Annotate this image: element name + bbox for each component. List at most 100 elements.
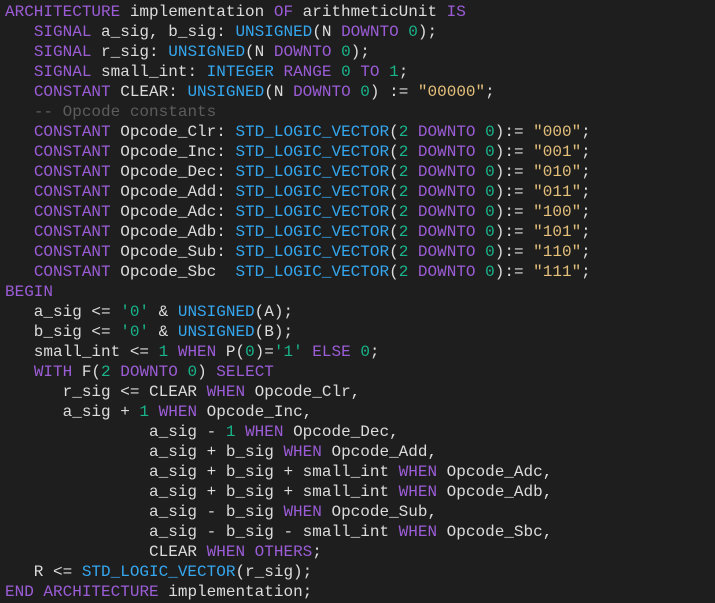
code-line[interactable]: a_sig <= '0' & UNSIGNED(A);	[5, 302, 715, 322]
code-token-plain: Opcode_Clr,	[245, 383, 361, 401]
code-token-kw: DOWNTO	[417, 203, 476, 221]
code-line[interactable]: END ARCHITECTURE implementation;	[5, 582, 715, 602]
code-line[interactable]: a_sig - b_sig WHEN Opcode_Sub,	[5, 502, 715, 522]
code-token-plain: )	[494, 223, 505, 241]
code-line[interactable]: R <= STD_LOGIC_VECTOR(r_sig);	[5, 562, 715, 582]
code-token-plain: (	[389, 263, 399, 281]
code-token-kw: WHEN	[245, 423, 284, 441]
code-token-num: '0'	[120, 323, 150, 341]
code-token-plain: ;	[398, 63, 409, 81]
code-line[interactable]: -- Opcode constants	[5, 102, 715, 122]
code-token-plain: CLEAR	[5, 543, 207, 561]
code-line[interactable]: CONSTANT Opcode_Dec: STD_LOGIC_VECTOR(2 …	[5, 162, 715, 182]
code-token-kw: CONSTANT	[33, 163, 111, 181]
code-line[interactable]: SIGNAL r_sig: UNSIGNED(N DOWNTO 0);	[5, 42, 715, 62]
code-token-plain: :=	[504, 203, 534, 221]
code-token-plain: ;	[369, 343, 380, 361]
code-line[interactable]: a_sig + 1 WHEN Opcode_Inc,	[5, 402, 715, 422]
code-token-plain: :=	[504, 143, 534, 161]
code-line[interactable]: b_sig <= '0' & UNSIGNED(B);	[5, 322, 715, 342]
code-line[interactable]: a_sig + b_sig + small_int WHEN Opcode_Ad…	[5, 482, 715, 502]
code-token-plain: a_sig +	[5, 403, 140, 421]
code-token-plain: :=	[504, 223, 534, 241]
code-token-num: 2	[398, 223, 409, 241]
code-line[interactable]: CONSTANT Opcode_Sub: STD_LOGIC_VECTOR(2 …	[5, 242, 715, 262]
code-token-type: STD_LOGIC_VECTOR	[235, 203, 390, 221]
code-token-plain: ;	[581, 263, 591, 281]
code-line[interactable]: r_sig <= CLEAR WHEN Opcode_Clr,	[5, 382, 715, 402]
code-token-type: STD_LOGIC_VECTOR	[235, 143, 390, 161]
code-token-type: STD_LOGIC_VECTOR	[235, 243, 390, 261]
code-token-kw: DOWNTO	[417, 123, 476, 141]
code-token-kw: DOWNTO	[341, 23, 399, 41]
code-token-type: UNSIGNED	[187, 83, 265, 101]
code-line[interactable]: BEGIN	[5, 282, 715, 302]
code-token-num: 0	[408, 23, 418, 41]
code-token-type: UNSIGNED	[177, 323, 255, 341]
code-line[interactable]: SIGNAL a_sig, b_sig: UNSIGNED(N DOWNTO 0…	[5, 22, 715, 42]
code-token-plain: Opcode_Sbc	[110, 263, 236, 281]
code-line[interactable]: CONSTANT CLEAR: UNSIGNED(N DOWNTO 0) := …	[5, 82, 715, 102]
code-token-kw: DOWNTO	[293, 83, 351, 101]
code-token-plain: (	[389, 163, 399, 181]
code-line[interactable]: ARCHITECTURE implementation OF arithmeti…	[5, 2, 715, 22]
code-token-type: UNSIGNED	[177, 303, 255, 321]
code-token-num: '0'	[120, 303, 150, 321]
code-token-plain: P(	[216, 343, 246, 361]
code-token-num: 0	[245, 343, 255, 361]
code-token-plain: :=	[504, 263, 534, 281]
code-token-kw: WHEN	[283, 503, 322, 521]
code-token-kw: DOWNTO	[417, 263, 476, 281]
code-token-plain: ;	[581, 123, 591, 141]
code-token-plain: CLEAR:	[110, 83, 188, 101]
code-line[interactable]: small_int <= 1 WHEN P(0)='1' ELSE 0;	[5, 342, 715, 362]
code-line[interactable]: a_sig - 1 WHEN Opcode_Dec,	[5, 422, 715, 442]
code-line[interactable]: a_sig - b_sig - small_int WHEN Opcode_Sb…	[5, 522, 715, 542]
code-line[interactable]: a_sig + b_sig + small_int WHEN Opcode_Ad…	[5, 462, 715, 482]
code-token-plain: (A);	[254, 303, 294, 321]
code-token-cmt: -- Opcode constants	[33, 103, 217, 121]
code-token-num: 1	[389, 63, 399, 81]
code-token-plain: (	[389, 183, 399, 201]
code-token-kw: WHEN	[283, 443, 322, 461]
code-line[interactable]: CONSTANT Opcode_Clr: STD_LOGIC_VECTOR(2 …	[5, 122, 715, 142]
code-token-kw: ARCHITECTURE	[43, 583, 159, 601]
code-token-kw: RANGE	[283, 63, 332, 81]
code-token-str: "00000"	[417, 83, 486, 101]
code-token-kw: CONSTANT	[33, 223, 111, 241]
code-line[interactable]: WITH F(2 DOWNTO 0) SELECT	[5, 362, 715, 382]
code-line[interactable]: CONSTANT Opcode_Add: STD_LOGIC_VECTOR(2 …	[5, 182, 715, 202]
code-token-plain: arithmeticUnit	[293, 3, 447, 21]
code-line[interactable]: CLEAR WHEN OTHERS;	[5, 542, 715, 562]
code-token-num: 2	[101, 363, 111, 381]
code-line[interactable]: SIGNAL small_int: INTEGER RANGE 0 TO 1;	[5, 62, 715, 82]
code-token-kw: CONSTANT	[33, 123, 111, 141]
code-editor[interactable]: ARCHITECTURE implementation OF arithmeti…	[0, 0, 715, 603]
code-token-kw: ELSE	[312, 343, 351, 361]
code-token-plain: (	[389, 203, 399, 221]
code-token-plain: b_sig <=	[5, 323, 121, 341]
code-token-plain: Opcode_Add,	[321, 443, 438, 461]
code-token-num: 0	[360, 83, 370, 101]
code-line[interactable]: CONSTANT Opcode_Adc: STD_LOGIC_VECTOR(2 …	[5, 202, 715, 222]
code-token-kw: CONSTANT	[33, 143, 111, 161]
code-token-type: STD_LOGIC_VECTOR	[81, 563, 236, 581]
code-token-str: "011"	[533, 183, 582, 201]
code-line[interactable]: CONSTANT Opcode_Sbc STD_LOGIC_VECTOR(2 D…	[5, 262, 715, 282]
code-token-num: 0	[341, 43, 351, 61]
code-line[interactable]: CONSTANT Opcode_Adb: STD_LOGIC_VECTOR(2 …	[5, 222, 715, 242]
code-token-plain: :=	[504, 163, 534, 181]
code-line[interactable]: CONSTANT Opcode_Inc: STD_LOGIC_VECTOR(2 …	[5, 142, 715, 162]
code-token-plain: r_sig:	[91, 43, 169, 61]
code-line[interactable]: a_sig + b_sig WHEN Opcode_Add,	[5, 442, 715, 462]
